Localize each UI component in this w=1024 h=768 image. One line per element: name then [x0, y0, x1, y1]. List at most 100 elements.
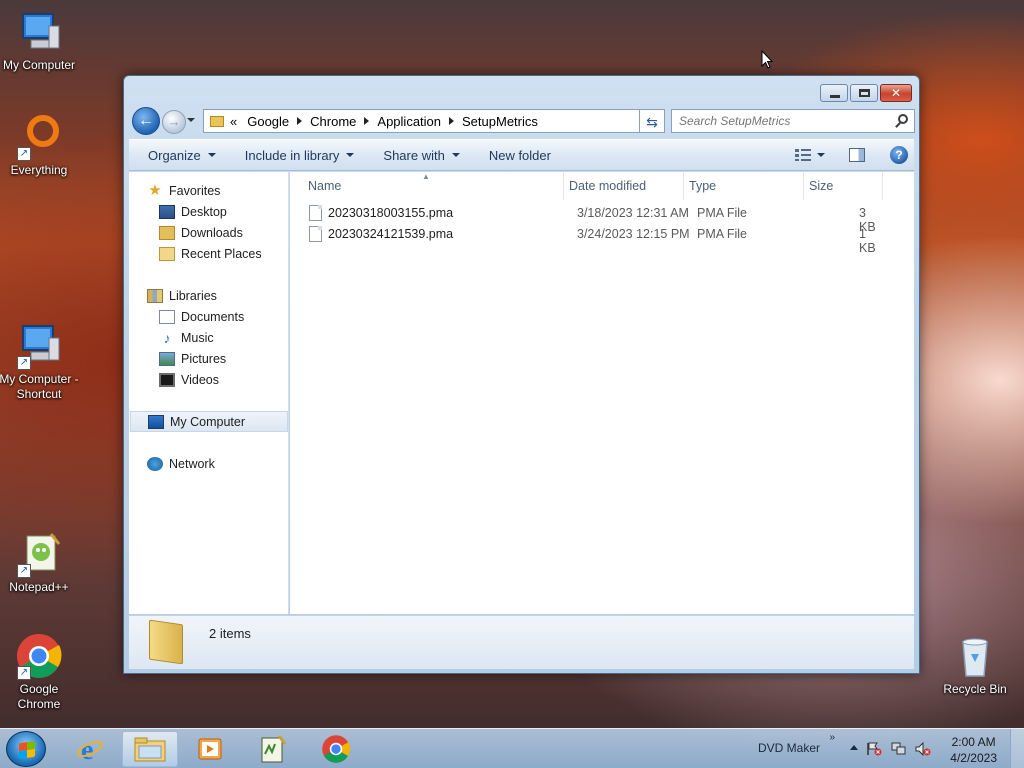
- nav-item-my-computer[interactable]: My Computer: [130, 411, 288, 432]
- desktop-icon-everything[interactable]: ↗ Everything: [0, 113, 80, 178]
- file-name: 20230318003155.pma: [328, 206, 454, 220]
- include-in-library-menu[interactable]: Include in library: [226, 140, 365, 170]
- file-size: 1 KB: [859, 227, 876, 255]
- command-bar: Organize Include in library Share with N…: [129, 139, 914, 171]
- search-input[interactable]: [672, 110, 882, 132]
- nav-item-network[interactable]: Network: [147, 453, 305, 474]
- desktop-icon-my-computer-shortcut[interactable]: ↗ My Computer - Shortcut: [0, 322, 80, 402]
- share-with-menu[interactable]: Share with: [364, 140, 469, 170]
- dvd-maker-toolbar[interactable]: DVD Maker: [758, 741, 820, 755]
- new-folder-button[interactable]: New folder: [470, 140, 561, 170]
- minimize-icon: [830, 95, 840, 98]
- column-header-type[interactable]: Type: [683, 172, 804, 200]
- navigation-bar: ← → « Google Chrome Application SetupMet…: [131, 106, 915, 136]
- chevron-down-icon: [207, 153, 216, 157]
- system-clock[interactable]: 2:00 AM 4/2/2023: [950, 734, 997, 766]
- shortcut-arrow-icon: ↗: [17, 564, 31, 578]
- start-button[interactable]: [6, 731, 46, 767]
- view-controls: ?: [795, 140, 914, 170]
- change-view-icon[interactable]: [795, 149, 811, 161]
- share-with-label: Share with: [383, 147, 445, 163]
- show-desktop-button[interactable]: [1010, 729, 1024, 768]
- maximize-button[interactable]: [850, 84, 878, 102]
- file-icon: [309, 226, 322, 242]
- nav-item-label: Music: [181, 330, 214, 345]
- taskbar-internet-explorer[interactable]: e: [62, 731, 118, 767]
- address-overflow-chevron[interactable]: «: [230, 114, 237, 129]
- show-hidden-icons-button[interactable]: [850, 745, 858, 750]
- libraries-icon: [147, 288, 163, 303]
- computer-icon: ↗: [15, 322, 63, 370]
- file-icon: [309, 205, 322, 221]
- explorer-window[interactable]: ✕ ← → « Google Chrome Application SetupM…: [123, 75, 920, 674]
- desktop-icon-my-computer[interactable]: My Computer: [0, 8, 80, 73]
- refresh-button[interactable]: ⇆: [639, 109, 665, 133]
- desktop-icon: [159, 204, 175, 219]
- network-status-icon[interactable]: [891, 742, 907, 756]
- search-icon[interactable]: [898, 114, 908, 124]
- nav-item-label: Libraries: [169, 288, 217, 303]
- forward-button[interactable]: →: [162, 110, 186, 134]
- view-options-dropdown[interactable]: [817, 153, 825, 157]
- nav-item-label: Pictures: [181, 351, 227, 366]
- nav-item-label: Network: [169, 456, 215, 471]
- breadcrumb-google[interactable]: Google: [247, 114, 289, 129]
- taskbar-windows-explorer[interactable]: [122, 731, 178, 767]
- chevron-down-icon: [346, 153, 355, 157]
- clock-time: 2:00 AM: [951, 735, 996, 749]
- breadcrumb-application[interactable]: Application: [377, 114, 441, 129]
- breadcrumb-separator-icon[interactable]: [297, 117, 303, 125]
- nav-item-label: Downloads: [181, 225, 243, 240]
- desktop-icon-google-chrome[interactable]: ↗ Google Chrome: [0, 632, 80, 712]
- new-folder-label: New folder: [488, 147, 551, 163]
- recycle-bin-icon: [951, 632, 999, 680]
- breadcrumb-separator-icon[interactable]: [449, 117, 455, 125]
- notepad-plus-plus-icon: [261, 735, 287, 763]
- back-button[interactable]: ←: [132, 107, 160, 135]
- file-row[interactable]: 20230324121539.pma 3/24/2023 12:15 PM PM…: [304, 224, 884, 255]
- organize-menu[interactable]: Organize: [129, 140, 226, 170]
- computer-icon: [148, 414, 164, 429]
- close-button[interactable]: ✕: [880, 84, 912, 102]
- windows-explorer-icon: [134, 737, 166, 762]
- downloads-icon: [159, 225, 175, 240]
- minimize-button[interactable]: [820, 84, 848, 102]
- recent-pages-dropdown[interactable]: [187, 118, 195, 122]
- refresh-icon: ⇆: [646, 114, 658, 130]
- computer-icon: [15, 8, 63, 56]
- taskbar-notepad-plus-plus[interactable]: [244, 731, 300, 767]
- favorites-star-icon: ★: [148, 181, 162, 199]
- column-header-date-modified[interactable]: Date modified: [563, 172, 684, 200]
- file-row[interactable]: 20230318003155.pma 3/18/2023 12:31 AM PM…: [304, 203, 884, 234]
- address-bar[interactable]: « Google Chrome Application SetupMetrics: [203, 109, 665, 133]
- navigation-pane: ★ Favorites Desktop Downloads Recent Plac…: [129, 172, 289, 614]
- desktop-icon-label: My Computer: [2, 58, 76, 72]
- notepad-plus-plus-icon: ↗: [15, 530, 63, 578]
- preview-pane-icon[interactable]: [849, 148, 865, 162]
- volume-muted-icon[interactable]: [915, 741, 931, 757]
- desktop-icon-notepad-plus-plus[interactable]: ↗ Notepad++: [0, 530, 80, 595]
- toolbar-overflow-chevron[interactable]: »: [829, 732, 835, 743]
- desktop-icon-label: My Computer - Shortcut: [0, 372, 79, 401]
- action-center-flag-icon[interactable]: [866, 742, 882, 756]
- include-in-library-label: Include in library: [244, 147, 340, 163]
- column-header-name[interactable]: ▲ Name: [302, 172, 564, 200]
- breadcrumb-separator-icon[interactable]: [364, 117, 370, 125]
- taskbar-media-player[interactable]: [182, 731, 238, 767]
- nav-item-favorites[interactable]: ★ Favorites: [147, 180, 305, 201]
- taskbar-google-chrome[interactable]: [308, 731, 364, 767]
- desktop-icon-label: Everything: [10, 163, 68, 177]
- sort-ascending-icon: ▲: [422, 172, 430, 181]
- column-header-label: Date modified: [569, 179, 647, 193]
- breadcrumb-setupmetrics[interactable]: SetupMetrics: [462, 114, 538, 129]
- taskbar: e DVD Maker » 2:00 AM 4/2/2023: [0, 728, 1024, 768]
- chevron-down-icon: [451, 153, 460, 157]
- breadcrumb-chrome[interactable]: Chrome: [310, 114, 356, 129]
- nav-item-libraries[interactable]: Libraries: [147, 285, 305, 306]
- column-header-size[interactable]: Size: [803, 172, 883, 200]
- organize-label: Organize: [148, 147, 201, 163]
- search-box[interactable]: [671, 109, 915, 133]
- help-icon[interactable]: ?: [890, 146, 908, 164]
- desktop-icon-recycle-bin[interactable]: Recycle Bin: [934, 632, 1016, 697]
- mouse-cursor-icon: [761, 50, 774, 69]
